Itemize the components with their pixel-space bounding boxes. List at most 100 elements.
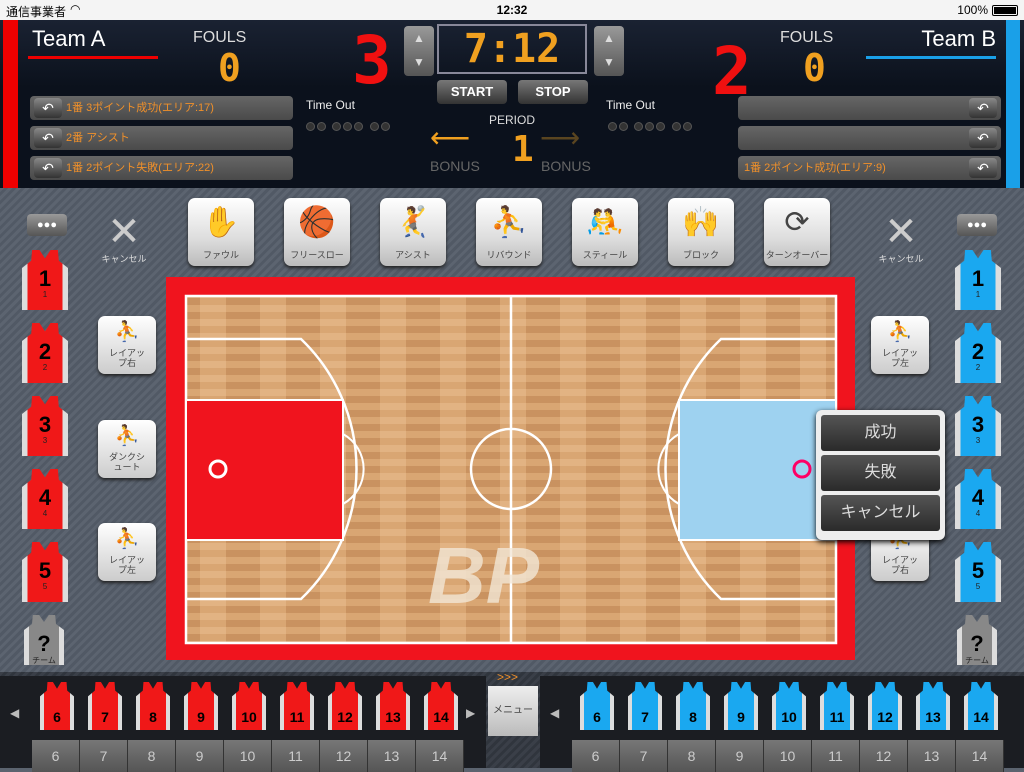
game-clock[interactable]: 7:12 <box>437 24 587 74</box>
team-b-name[interactable]: Team B <box>921 26 996 52</box>
event-log-item[interactable]: 1番 2ポイント失敗(エリア:22) ↶ <box>30 156 293 180</box>
bench-number-button[interactable]: 6 <box>572 740 620 772</box>
bench-jersey[interactable]: 13 <box>916 682 950 730</box>
bench-number-button[interactable]: 7 <box>80 740 128 772</box>
bench-jersey[interactable]: 14 <box>424 682 458 730</box>
popup-cancel-button[interactable]: キャンセル <box>821 495 940 531</box>
event-log-item[interactable]: 2番 アシスト ↶ <box>30 126 293 150</box>
undo-icon[interactable]: ↶ <box>969 158 997 178</box>
player-jersey[interactable]: 33 <box>22 396 68 456</box>
team-a-timeout-dots[interactable] <box>306 118 392 136</box>
shot-type-button[interactable]: ⛹ レイアップ左 <box>98 523 156 581</box>
action-button-free-throw[interactable]: 🏀 フリースロー <box>284 198 350 266</box>
bench-jersey[interactable]: 8 <box>136 682 170 730</box>
bench-jersey[interactable]: 11 <box>820 682 854 730</box>
action-button-steal[interactable]: 🤼 スティール <box>572 198 638 266</box>
bench-number-button[interactable]: 9 <box>716 740 764 772</box>
shot-type-button[interactable]: ⛹ レイアップ右 <box>98 316 156 374</box>
bench-number-button[interactable]: 11 <box>272 740 320 772</box>
player-jersey[interactable]: 11 <box>955 250 1001 310</box>
bench-number-button[interactable]: 12 <box>320 740 368 772</box>
undo-icon[interactable]: ↶ <box>34 128 62 148</box>
action-button-block[interactable]: 🙌 ブロック <box>668 198 734 266</box>
event-log-item[interactable]: ↶ <box>738 96 1001 120</box>
made-button[interactable]: 成功 <box>821 415 940 451</box>
up-arrow-icon[interactable]: ▲ <box>404 26 434 50</box>
down-arrow-icon[interactable]: ▼ <box>594 50 624 74</box>
event-log-item[interactable]: 1番 2ポイント成功(エリア:9) ↶ <box>738 156 1001 180</box>
possession-arrow-left-icon[interactable]: ⟵ <box>430 124 470 152</box>
player-jersey[interactable]: 22 <box>22 323 68 383</box>
event-log-item[interactable]: 1番 3ポイント成功(エリア:17) ↶ <box>30 96 293 120</box>
team-a-cancel-button[interactable]: ✕ キャンセル <box>95 212 153 265</box>
bench-jersey[interactable]: 7 <box>88 682 122 730</box>
bench-number-button[interactable]: 10 <box>764 740 812 772</box>
action-button-rebound[interactable]: ⛹ リバウンド <box>476 198 542 266</box>
team-jersey[interactable]: ? チーム <box>957 615 997 665</box>
bench-jersey[interactable]: 9 <box>184 682 218 730</box>
bench-number-button[interactable]: 9 <box>176 740 224 772</box>
undo-icon[interactable]: ↶ <box>969 98 997 118</box>
stop-button[interactable]: STOP <box>518 80 588 104</box>
team-jersey[interactable]: ? チーム <box>24 615 64 665</box>
action-button-turnover[interactable]: ⟳ ターンオーバー <box>764 198 830 266</box>
down-arrow-icon[interactable]: ▼ <box>404 50 434 74</box>
bench-jersey[interactable]: 12 <box>868 682 902 730</box>
bench-jersey[interactable]: 13 <box>376 682 410 730</box>
player-jersey[interactable]: 55 <box>22 542 68 602</box>
undo-icon[interactable]: ↶ <box>34 158 62 178</box>
player-jersey[interactable]: 22 <box>955 323 1001 383</box>
clock-adjust-right[interactable]: ▲ ▼ <box>594 26 624 76</box>
bench-jersey[interactable]: 11 <box>280 682 314 730</box>
bench-jersey[interactable]: 12 <box>328 682 362 730</box>
team-a-name[interactable]: Team A <box>32 26 105 52</box>
bench-number-button[interactable]: 8 <box>128 740 176 772</box>
bench-number-button[interactable]: 14 <box>416 740 464 772</box>
bench-number-button[interactable]: 7 <box>620 740 668 772</box>
bench-jersey[interactable]: 10 <box>772 682 806 730</box>
clock-adjust-left[interactable]: ▲ ▼ <box>404 26 434 76</box>
bench-jersey[interactable]: 10 <box>232 682 266 730</box>
action-button-foul[interactable]: ✋ ファウル <box>188 198 254 266</box>
bench-number-button[interactable]: 12 <box>860 740 908 772</box>
team-b-score[interactable]: 2 <box>712 39 752 105</box>
shot-type-button[interactable]: ⛹ レイアップ左 <box>871 316 929 374</box>
player-jersey[interactable]: 11 <box>22 250 68 310</box>
team-a-score[interactable]: 3 <box>352 22 392 99</box>
period-number[interactable]: 1 <box>512 130 534 170</box>
action-button-assist[interactable]: 🤾 アシスト <box>380 198 446 266</box>
team-b-cancel-button[interactable]: ✕ キャンセル <box>872 212 930 265</box>
player-jersey[interactable]: 33 <box>955 396 1001 456</box>
scroll-left-icon[interactable]: ◀ <box>10 706 19 720</box>
event-log-item[interactable]: ↶ <box>738 126 1001 150</box>
start-button[interactable]: START <box>437 80 507 104</box>
undo-icon[interactable]: ↶ <box>969 128 997 148</box>
bench-number-button[interactable]: 13 <box>368 740 416 772</box>
team-b-roster-icon[interactable]: ●●● <box>957 214 997 236</box>
bench-number-button[interactable]: 14 <box>956 740 1004 772</box>
team-a-fouls[interactable]: 0 <box>218 46 241 90</box>
player-jersey[interactable]: 44 <box>22 469 68 529</box>
player-jersey[interactable]: 44 <box>955 469 1001 529</box>
bench-jersey[interactable]: 8 <box>676 682 710 730</box>
scroll-left-icon[interactable]: ◀ <box>550 706 559 720</box>
bench-number-button[interactable]: 13 <box>908 740 956 772</box>
undo-icon[interactable]: ↶ <box>34 98 62 118</box>
team-a-roster-icon[interactable]: ●●● <box>27 214 67 236</box>
bench-jersey[interactable]: 7 <box>628 682 662 730</box>
court-lines[interactable]: BP <box>166 277 855 660</box>
bench-jersey[interactable]: 6 <box>40 682 74 730</box>
bench-number-button[interactable]: 10 <box>224 740 272 772</box>
possession-arrow-right-icon[interactable]: ⟶ <box>540 124 580 152</box>
missed-button[interactable]: 失敗 <box>821 455 940 491</box>
bench-number-button[interactable]: 8 <box>668 740 716 772</box>
shot-type-button[interactable]: ⛹ ダンクシュート <box>98 420 156 478</box>
bench-jersey[interactable]: 6 <box>580 682 614 730</box>
bench-number-button[interactable]: 6 <box>32 740 80 772</box>
basketball-court[interactable]: BP <box>166 277 855 660</box>
bench-jersey[interactable]: 14 <box>964 682 998 730</box>
bench-number-button[interactable]: 11 <box>812 740 860 772</box>
up-arrow-icon[interactable]: ▲ <box>594 26 624 50</box>
menu-button[interactable]: メニュー <box>488 686 538 736</box>
team-b-fouls[interactable]: 0 <box>803 46 826 90</box>
